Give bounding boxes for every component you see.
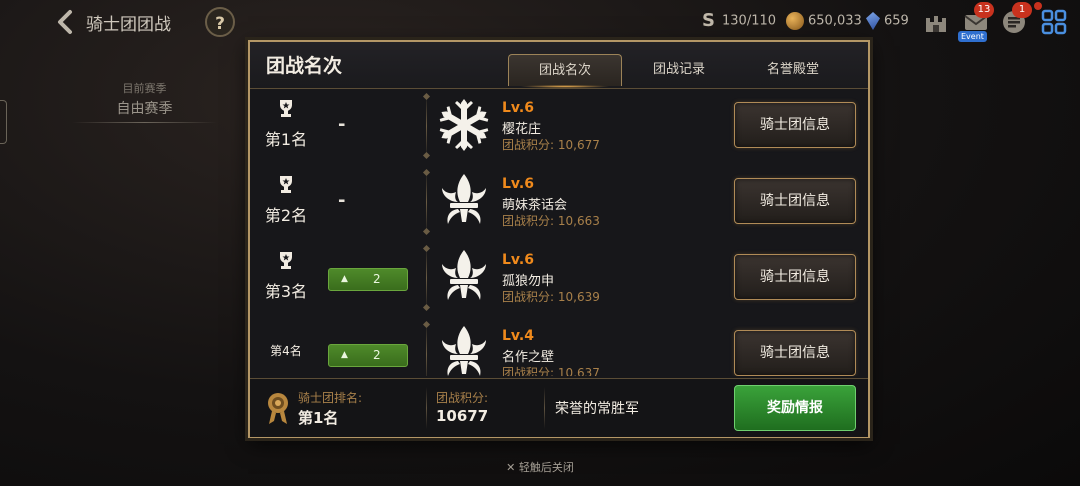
- trophy-icon: [280, 100, 292, 117]
- rank-cell: 第4名: [256, 326, 316, 359]
- tap-to-close-hint[interactable]: ✕ 轻触后关闭: [0, 459, 1080, 475]
- row-divider: [426, 246, 427, 310]
- medal-icon: [268, 393, 288, 424]
- guild-war-ranking-panel: 团战名次 团战名次 团战记录 名誉殿堂 第1名 - Lv.6 樱花庄 团战积分:…: [248, 40, 870, 438]
- guild-name: 樱花庄: [502, 122, 542, 137]
- snowflake-emblem-icon: [436, 96, 492, 154]
- stamina-value: 130/110: [722, 13, 777, 29]
- war-score-value: 10677: [436, 407, 489, 425]
- guild-score: 团战积分: 10,639: [502, 290, 600, 304]
- ranking-row: 第4名 ▲ 2 Lv.4 名作之壁 团战积分: 10,637 骑士团信息: [250, 318, 868, 376]
- stamina-counter: S 130/110: [702, 12, 776, 30]
- guild-info-button[interactable]: 骑士团信息: [734, 330, 856, 376]
- tab-hall-of-fame[interactable]: 名誉殿堂: [736, 54, 850, 86]
- row-divider: [426, 170, 427, 234]
- rank-change-up: ▲ 2: [328, 344, 408, 367]
- rank-cell: 第2名: [256, 174, 316, 226]
- trophy-icon: [280, 176, 292, 193]
- rank-cell: 第3名: [256, 250, 316, 302]
- up-arrow-icon: ▲: [341, 274, 348, 284]
- rank-change-value: 2: [373, 348, 381, 362]
- mail-badge: 13: [974, 2, 994, 18]
- panel-header: 团战名次 团战名次 团战记录 名誉殿堂: [250, 42, 868, 89]
- back-arrow-icon[interactable]: [52, 8, 80, 36]
- event-tag: Event: [958, 31, 987, 42]
- menu-grid-icon[interactable]: [1034, 2, 1068, 36]
- top-bar: 骑士团团战 ? S 130/110 650,033 659 13 Event 1: [0, 0, 1080, 44]
- tab-ranking[interactable]: 团战名次: [508, 54, 622, 88]
- fleur-de-lis-emblem-icon: [436, 248, 492, 306]
- panel-title: 团战名次: [266, 55, 343, 77]
- gem-icon: [866, 12, 880, 30]
- rank-label: 第1名: [264, 130, 308, 149]
- season-divider: [72, 122, 217, 123]
- close-icon: ✕: [506, 461, 516, 474]
- guild-score: 团战积分: 10,637: [502, 366, 600, 376]
- row-divider: [426, 322, 427, 376]
- guild-info-button[interactable]: 骑士团信息: [734, 254, 856, 300]
- help-button[interactable]: ?: [205, 7, 235, 37]
- ranking-row: 第3名 ▲ 2 Lv.6 孤狼勿申 团战积分: 10,639 骑士团信息: [250, 242, 868, 318]
- war-score-label: 团战积分:: [436, 391, 489, 405]
- page-title: 骑士团团战: [86, 15, 171, 35]
- rank-label: 第2名: [264, 206, 308, 225]
- footer-divider: [426, 387, 427, 429]
- guild-castle-icon[interactable]: [922, 8, 950, 36]
- guild-info-button[interactable]: 骑士团信息: [734, 178, 856, 224]
- ranking-row: 第2名 - Lv.6 萌妹茶话会 团战积分: 10,663 骑士团信息: [250, 166, 868, 242]
- gold-counter: 650,033: [786, 12, 862, 30]
- honor-title: 荣誉的常胜军: [555, 401, 639, 417]
- guild-level: Lv.6: [502, 100, 534, 116]
- gold-coin-icon: [786, 12, 804, 30]
- rank-cell: 第1名: [256, 98, 316, 150]
- footer-divider: [544, 387, 545, 429]
- quest-list-icon[interactable]: 1: [1000, 2, 1032, 36]
- gem-counter: 659: [866, 12, 909, 30]
- row-divider: [426, 94, 427, 158]
- guild-rank-label: 骑士团排名:: [298, 391, 363, 405]
- close-hint-text: 轻触后关闭: [518, 461, 574, 474]
- rank-label: 第3名: [264, 282, 308, 301]
- season-label: 目前赛季: [122, 82, 167, 95]
- guild-score: 团战积分: 10,663: [502, 214, 600, 228]
- rank-change-none: -: [338, 190, 346, 211]
- rank-change-none: -: [338, 114, 346, 135]
- quest-badge: 1: [1012, 2, 1032, 18]
- rank-change-up: ▲ 2: [328, 268, 408, 291]
- stamina-icon: S: [702, 10, 715, 31]
- guild-level: Lv.6: [502, 176, 534, 192]
- mail-icon[interactable]: 13 Event: [958, 2, 994, 42]
- gem-value: 659: [884, 13, 909, 29]
- guild-rank-value: 第1名: [298, 409, 339, 427]
- gold-value: 650,033: [808, 13, 862, 29]
- season-value: 自由赛季: [116, 101, 173, 117]
- menu-dot-badge: [1034, 2, 1042, 10]
- ranking-row: 第1名 - Lv.6 樱花庄 团战积分: 10,677 骑士团信息: [250, 90, 868, 166]
- rank-label: 第4名: [270, 344, 302, 358]
- guild-score: 团战积分: 10,677: [502, 138, 600, 152]
- season-info: 目前赛季 自由赛季: [72, 80, 217, 127]
- panel-tabs: 团战名次 团战记录 名誉殿堂: [508, 54, 850, 88]
- up-arrow-icon: ▲: [341, 350, 348, 360]
- tab-records[interactable]: 团战记录: [622, 54, 736, 86]
- guild-info-button[interactable]: 骑士团信息: [734, 102, 856, 148]
- trophy-icon: [280, 252, 292, 269]
- rank-change-value: 2: [373, 272, 381, 286]
- reward-info-button[interactable]: 奖励情报: [734, 385, 856, 431]
- guild-level: Lv.4: [502, 328, 534, 344]
- fleur-de-lis-emblem-icon: [436, 324, 492, 376]
- my-guild-summary: 骑士团排名: 第1名 团战积分: 10677 荣誉的常胜军 奖励情报: [250, 378, 868, 437]
- fleur-de-lis-emblem-icon: [436, 172, 492, 230]
- guild-level: Lv.6: [502, 252, 534, 268]
- ranking-list[interactable]: 第1名 - Lv.6 樱花庄 团战积分: 10,677 骑士团信息 第2名 - …: [250, 90, 868, 376]
- guild-name: 孤狼勿申: [502, 274, 555, 289]
- guild-name: 名作之壁: [502, 350, 555, 365]
- side-drawer-handle[interactable]: [0, 100, 7, 144]
- guild-name: 萌妹茶话会: [502, 198, 568, 213]
